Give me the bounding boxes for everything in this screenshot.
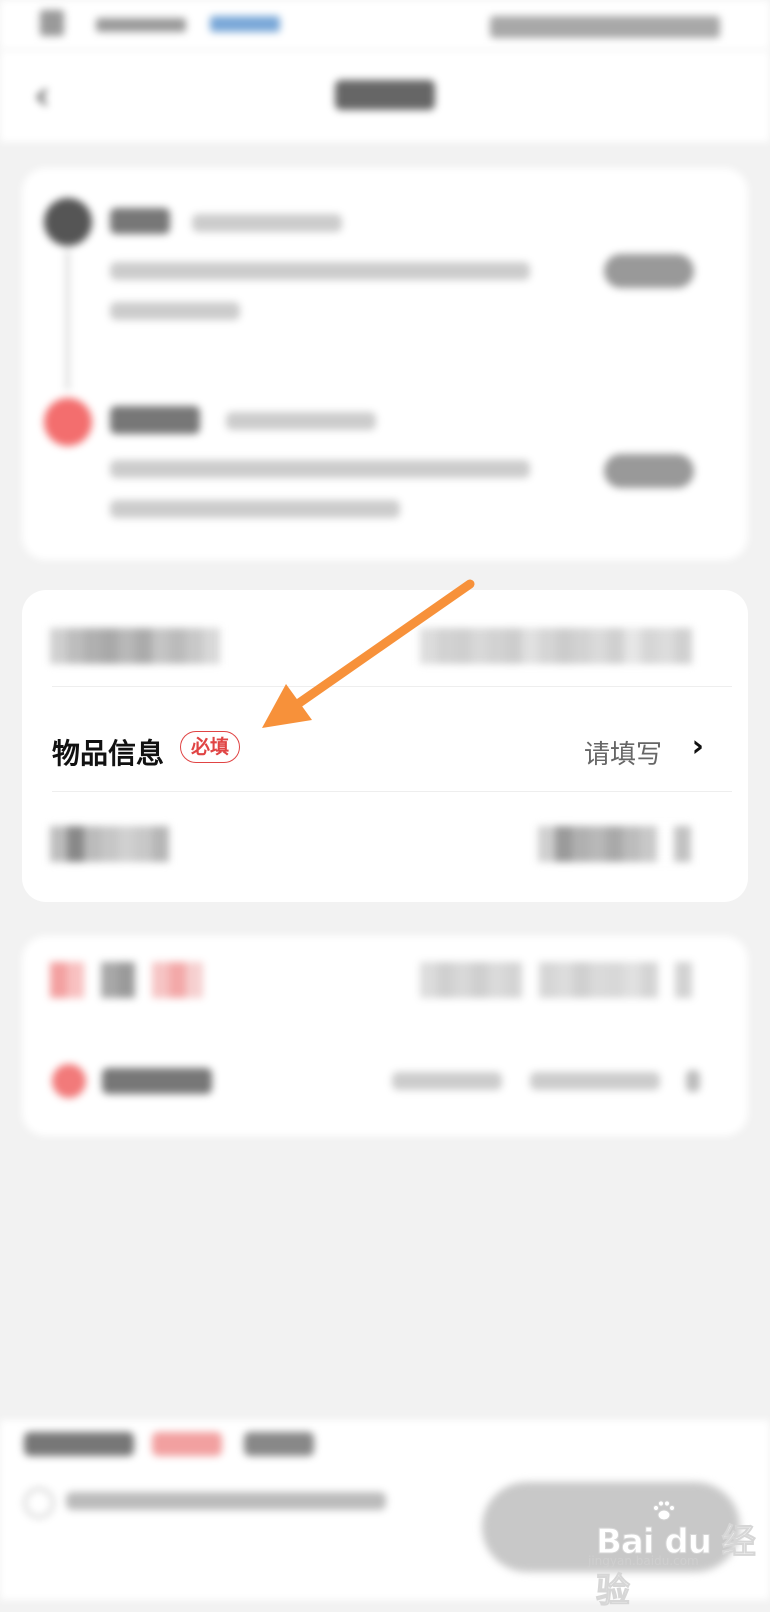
receiver-phone [226,412,376,430]
service-card [22,936,748,1136]
status-bar-right [490,16,720,38]
service-row-2-chevron-icon[interactable] [686,1070,700,1092]
service-row-2-value-a [392,1072,502,1090]
receiver-dot-icon [44,398,92,446]
address-card [22,168,748,560]
goods-info-label: 物品信息 [52,737,165,770]
agreement-text [66,1492,386,1510]
info-row-top[interactable] [22,606,748,686]
info-row-top-label [50,628,220,664]
required-badge: 必填 [180,731,241,763]
info-row-bottom-label [50,826,169,862]
sender-edit-button[interactable] [604,254,694,288]
service-row-1-label [50,962,203,998]
fee-label [24,1432,134,1456]
baidu-watermark: Bai du 经验 jingyan.baidu.com [586,1500,756,1612]
address-connector [66,250,69,390]
service-row-2-icon [52,1064,86,1098]
receiver-name [110,406,200,434]
sender-phone [192,214,342,232]
sender-address [110,262,530,280]
status-bar-left [40,10,280,36]
goods-info-row[interactable]: 物品信息 必填 请填写 › [22,702,748,806]
service-row-2-value-b [530,1072,660,1090]
service-row-1-value [420,962,692,998]
info-row-bottom[interactable] [22,804,748,884]
service-row-2[interactable] [22,1042,748,1122]
service-row-2-label [102,1068,212,1094]
receiver-edit-button[interactable] [604,454,694,488]
sender-address-line2 [110,302,240,320]
fee-detail-link[interactable] [244,1432,314,1456]
chevron-right-icon[interactable]: › [692,729,704,764]
receiver-address-line2 [110,500,400,518]
goods-info-placeholder[interactable]: 请填写 [584,734,662,771]
sender-name [110,208,170,234]
agreement-checkbox[interactable] [24,1488,54,1518]
fee-amount [152,1432,222,1456]
sender-dot-icon [44,198,92,246]
receiver-address [110,460,530,478]
service-row-1[interactable] [22,940,748,1020]
page-title [0,74,770,112]
status-bar [0,0,770,50]
divider [52,686,732,687]
baidu-watermark-url: jingyan.baidu.com [588,1554,699,1568]
nav-bar: ‹ [0,50,770,142]
info-row-bottom-value [538,826,691,862]
info-row-top-value [420,628,692,664]
